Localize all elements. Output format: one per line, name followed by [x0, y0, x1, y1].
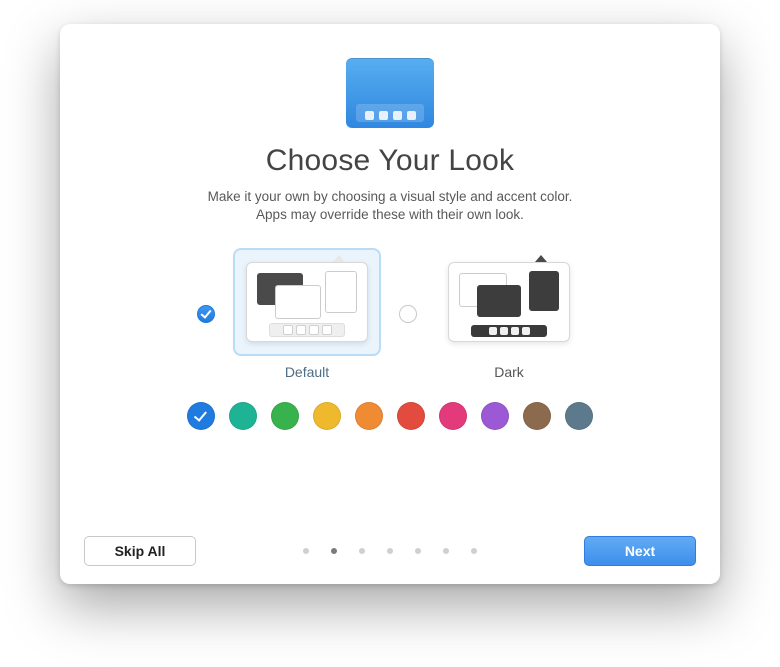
accent-color-pink[interactable] — [439, 402, 467, 430]
page-dot-5[interactable] — [443, 548, 449, 554]
accent-color-orange[interactable] — [355, 402, 383, 430]
footer: Skip All Next — [84, 536, 696, 566]
theme-radio-dark[interactable] — [399, 305, 417, 323]
accent-color-brown[interactable] — [523, 402, 551, 430]
theme-chooser: Default Dark — [197, 248, 583, 380]
page-dot-1[interactable] — [331, 548, 337, 554]
theme-label-dark: Dark — [494, 364, 524, 380]
subtitle-line-2: Apps may override these with their own l… — [256, 207, 524, 222]
theme-option-dark[interactable]: Dark — [435, 248, 583, 380]
next-button[interactable]: Next — [584, 536, 696, 566]
page-dot-0[interactable] — [303, 548, 309, 554]
page-dot-6[interactable] — [471, 548, 477, 554]
theme-preview-dark — [448, 262, 570, 342]
accent-color-picker — [187, 402, 593, 430]
theme-preview-default — [246, 262, 368, 342]
subtitle-line-1: Make it your own by choosing a visual st… — [208, 189, 573, 204]
accent-color-purple[interactable] — [481, 402, 509, 430]
theme-radio-default[interactable] — [197, 305, 215, 323]
page-dot-3[interactable] — [387, 548, 393, 554]
page-dot-4[interactable] — [415, 548, 421, 554]
accent-color-slate[interactable] — [565, 402, 593, 430]
theme-option-default[interactable]: Default — [233, 248, 381, 380]
onboarding-window: Choose Your Look Make it your own by cho… — [60, 24, 720, 584]
accent-color-blue[interactable] — [187, 402, 215, 430]
page-subtitle: Make it your own by choosing a visual st… — [208, 188, 573, 224]
skip-all-button[interactable]: Skip All — [84, 536, 196, 566]
page-title: Choose Your Look — [266, 144, 514, 178]
accent-color-red[interactable] — [397, 402, 425, 430]
page-dot-2[interactable] — [359, 548, 365, 554]
appearance-hero-icon — [346, 58, 434, 128]
theme-label-default: Default — [285, 364, 329, 380]
accent-color-yellow[interactable] — [313, 402, 341, 430]
accent-color-teal[interactable] — [229, 402, 257, 430]
accent-color-green[interactable] — [271, 402, 299, 430]
